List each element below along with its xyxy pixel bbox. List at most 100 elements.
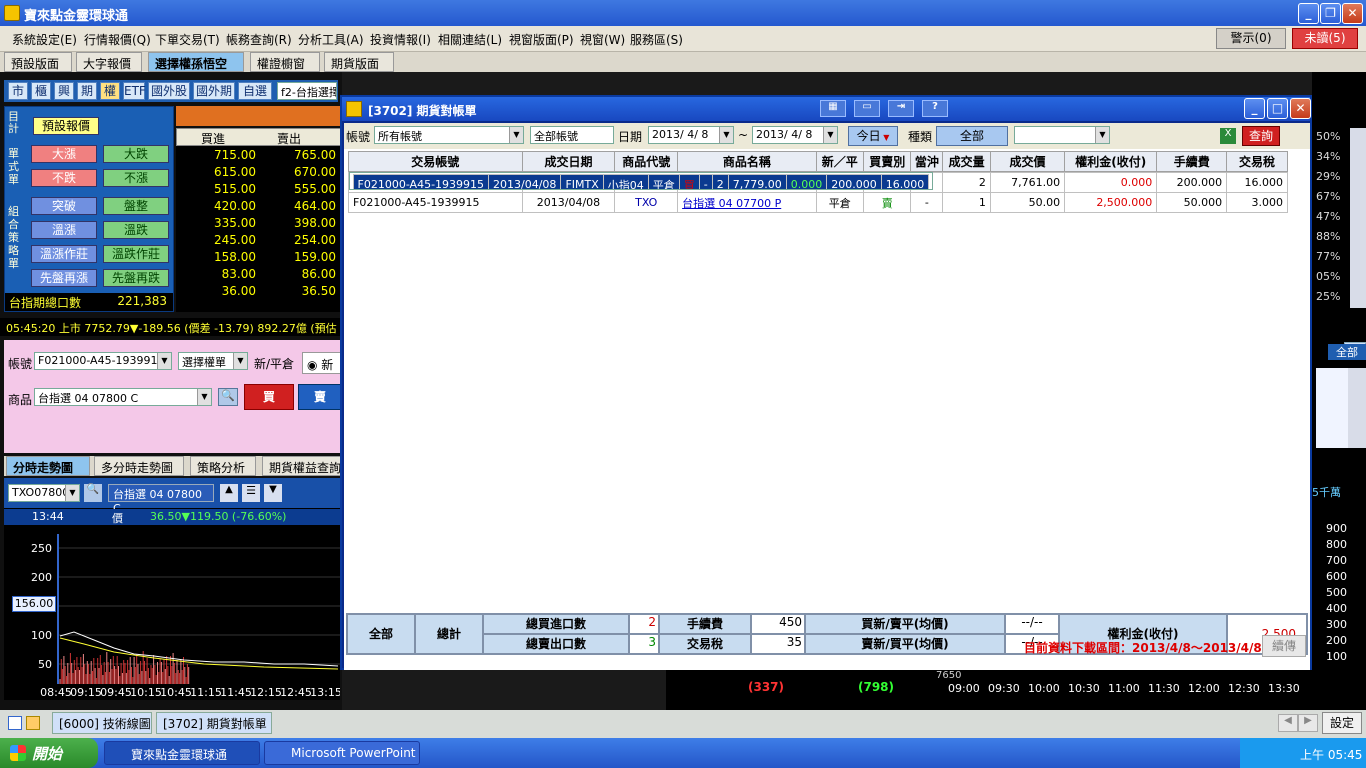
table-cell[interactable]: 台指選 04 07700 P [677, 192, 817, 213]
dlg-account-type[interactable]: 全部帳號 [530, 126, 614, 144]
dialog-minimize-button[interactable]: _ [1244, 98, 1265, 119]
right-list-scrollbar[interactable] [1348, 368, 1366, 448]
search-icon[interactable]: 🔍 [218, 388, 238, 406]
quote-select[interactable]: f2-台指選擇權 [277, 82, 337, 100]
menu-layout[interactable]: 視窗版面(P) [509, 31, 574, 48]
date-to-picker[interactable]: 2013/ 4/ 8 ▼ [752, 126, 838, 144]
tab-strategy[interactable]: 策略分析 [190, 456, 256, 476]
table-row[interactable]: F021000-A45-1939915 2013/04/08 TXO 台指選 04 0… [348, 192, 1288, 213]
bear-big-button[interactable]: 大跌 [103, 145, 169, 163]
chart-down-icon[interactable]: ▼ [264, 484, 282, 502]
product-select[interactable]: 台指選 04 07800 C ▼ [34, 388, 212, 406]
buy-button[interactable]: 買 [244, 384, 294, 410]
order-type-select[interactable]: 選擇權單 ▼ [178, 352, 248, 370]
alert-button[interactable]: 警示(0) [1216, 28, 1286, 49]
table-row[interactable]: F021000-A45-1939915 2013/04/08 FIMTX 小指04 平倉… [348, 172, 934, 190]
chart-up-icon[interactable]: ▲ [220, 484, 238, 502]
chart-code-select[interactable]: TXO07800 ▼ [8, 484, 80, 502]
sell-button[interactable]: 賣 [298, 384, 342, 410]
right-scrollbar[interactable] [1350, 128, 1366, 308]
quote-row[interactable]: 615.00 670.00 [176, 165, 342, 182]
menu-window[interactable]: 視窗(W) [580, 31, 625, 48]
tab-options[interactable]: 選擇權孫悟空 [148, 52, 244, 72]
column-header[interactable]: 權利金(收付) [1064, 151, 1158, 172]
task-tech-chart[interactable]: [6000] 技術線圖 [52, 712, 152, 734]
quote-btn-custom[interactable]: 自選 [238, 82, 272, 100]
folder-icon[interactable] [26, 716, 40, 730]
mild-down-make-button[interactable]: 溫跌作莊 [103, 245, 169, 263]
breakout-button[interactable]: 突破 [31, 197, 97, 215]
table-cell[interactable]: 小指04 [602, 174, 649, 189]
column-header[interactable]: 成交價 [989, 151, 1066, 172]
mild-down-button[interactable]: 溫跌 [103, 221, 169, 239]
menu-analysis[interactable]: 分析工具(A) [298, 31, 364, 48]
column-header[interactable]: 手續費 [1156, 151, 1228, 172]
resume-button[interactable]: 續傳 [1262, 635, 1306, 657]
task-statement[interactable]: [3702] 期貨對帳單 [156, 712, 272, 734]
dialog-maximize-button[interactable]: □ [1267, 98, 1288, 119]
quote-btn-options[interactable]: 權 [100, 82, 120, 100]
consolidate-then-down-button[interactable]: 先盤再跌 [103, 269, 169, 287]
mild-up-button[interactable]: 溫漲 [31, 221, 97, 239]
preset-quote-button[interactable]: 預設報價 [33, 117, 99, 135]
quote-row[interactable]: 420.00 464.00 [176, 199, 342, 216]
column-header[interactable]: 交易稅 [1226, 151, 1288, 172]
layout-icon[interactable]: ▦ [820, 100, 846, 117]
help-icon[interactable]: ? [922, 100, 948, 117]
quote-row[interactable]: 83.00 86.00 [176, 267, 342, 284]
quote-btn-foreign-fut[interactable]: 國外期 [193, 82, 235, 100]
column-header[interactable]: 成交量 [942, 151, 991, 172]
chart-search-icon[interactable]: 🔍 [84, 484, 102, 502]
quote-btn-etf[interactable]: ETF [123, 82, 146, 100]
task-powerpoint[interactable]: Microsoft PowerPoint ... [264, 741, 420, 765]
tab-multi-intraday[interactable]: 多分時走勢圖 [94, 456, 184, 476]
unread-button[interactable]: 未讀(5) [1292, 28, 1358, 49]
kind-select[interactable]: ▼ [1014, 126, 1110, 144]
quote-row[interactable]: 335.00 398.00 [176, 216, 342, 233]
minimize-button[interactable]: _ [1298, 3, 1319, 24]
window-icon[interactable] [8, 716, 22, 730]
mild-up-make-button[interactable]: 溫漲作莊 [31, 245, 97, 263]
maximize-button[interactable]: ❐ [1320, 3, 1341, 24]
menu-links[interactable]: 相關連結(L) [438, 31, 502, 48]
quote-btn-futures[interactable]: 期 [77, 82, 97, 100]
menu-info[interactable]: 投資情報(I) [370, 31, 431, 48]
settings-button[interactable]: 設定 [1322, 712, 1362, 734]
menu-quotes[interactable]: 行情報價(Q) [84, 31, 151, 48]
kind-all-button[interactable]: 全部 [936, 126, 1008, 146]
quote-btn-market[interactable]: 市 [8, 82, 28, 100]
bull-big-button[interactable]: 大漲 [31, 145, 97, 163]
tab-intraday[interactable]: 分時走勢圖 [6, 456, 90, 476]
dlg-account-select[interactable]: 所有帳號 ▼ [374, 126, 524, 144]
right-all-button[interactable]: 全部 [1328, 344, 1366, 360]
tab-default[interactable]: 預設版面 [4, 52, 72, 72]
not-rise-button[interactable]: 不漲 [103, 169, 169, 187]
quote-btn-foreign-stock[interactable]: 國外股 [148, 82, 190, 100]
close-button[interactable]: ✕ [1342, 3, 1363, 24]
excel-icon[interactable]: X [1220, 128, 1236, 144]
column-header[interactable]: 當沖 [910, 151, 944, 172]
column-header[interactable]: 新／平 [815, 151, 865, 172]
menu-service[interactable]: 服務區(S) [630, 31, 683, 48]
new-radio[interactable]: ◉ 新 [302, 352, 342, 374]
consolidate-then-up-button[interactable]: 先盤再漲 [31, 269, 97, 287]
quote-row[interactable]: 36.00 36.50 [176, 284, 342, 301]
next-arrow-icon[interactable]: ▶ [1298, 714, 1318, 732]
tab-equity[interactable]: 期貨權益查詢 [262, 456, 342, 476]
column-header[interactable]: 商品代號 [614, 151, 679, 172]
quote-row[interactable]: 515.00 555.00 [176, 182, 342, 199]
tab-bigquote[interactable]: 大字報價 [76, 52, 142, 72]
dialog-close-button[interactable]: ✕ [1290, 98, 1311, 119]
export-icon[interactable]: ⇥ [888, 100, 914, 117]
chart-list-icon[interactable]: ☰ [242, 484, 260, 502]
task-app[interactable]: 寶來點金靈環球通 [104, 741, 260, 765]
query-button[interactable]: 查詢 [1242, 126, 1280, 146]
quote-row[interactable]: 715.00 765.00 [176, 148, 342, 165]
menu-account[interactable]: 帳務查詢(R) [226, 31, 292, 48]
date-from-picker[interactable]: 2013/ 4/ 8 ▼ [648, 126, 734, 144]
column-header[interactable]: 成交日期 [521, 151, 616, 172]
column-header[interactable]: 交易帳號 [348, 151, 523, 172]
menu-order[interactable]: 下單交易(T) [155, 31, 220, 48]
prev-arrow-icon[interactable]: ◀ [1278, 714, 1298, 732]
link-icon[interactable]: ▭ [854, 100, 880, 117]
